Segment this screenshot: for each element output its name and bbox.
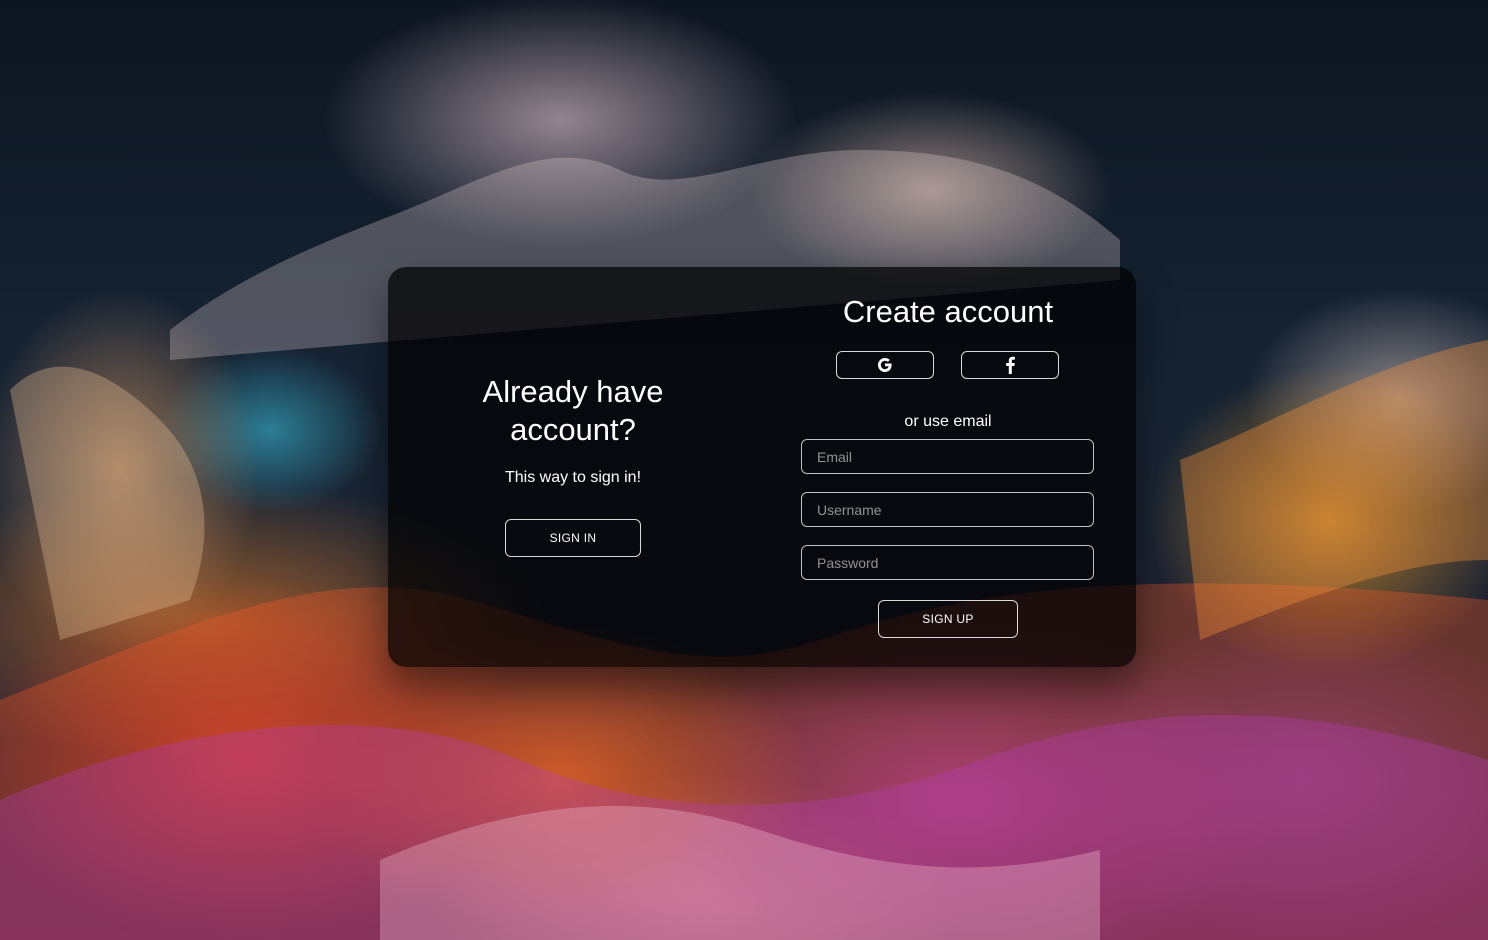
email-field[interactable] bbox=[801, 439, 1094, 474]
facebook-icon bbox=[1006, 356, 1015, 374]
sign-in-button[interactable]: SIGN IN bbox=[505, 519, 641, 557]
password-field[interactable] bbox=[801, 545, 1094, 580]
google-signup-button[interactable] bbox=[836, 351, 934, 379]
create-account-panel: Create account or use email SIGN UP bbox=[800, 267, 1096, 667]
sign-in-subtitle: This way to sign in! bbox=[504, 469, 642, 486]
sign-in-panel: Already have account? This way to sign i… bbox=[388, 267, 758, 667]
create-account-heading: Create account bbox=[842, 294, 1054, 329]
sign-up-button[interactable]: SIGN UP bbox=[878, 600, 1018, 638]
auth-card: Already have account? This way to sign i… bbox=[388, 267, 1136, 667]
email-divider-text: or use email bbox=[904, 413, 992, 430]
sign-in-heading: Already have account? bbox=[482, 374, 664, 447]
username-field[interactable] bbox=[801, 492, 1094, 527]
facebook-signup-button[interactable] bbox=[961, 351, 1059, 379]
google-icon bbox=[878, 358, 892, 372]
